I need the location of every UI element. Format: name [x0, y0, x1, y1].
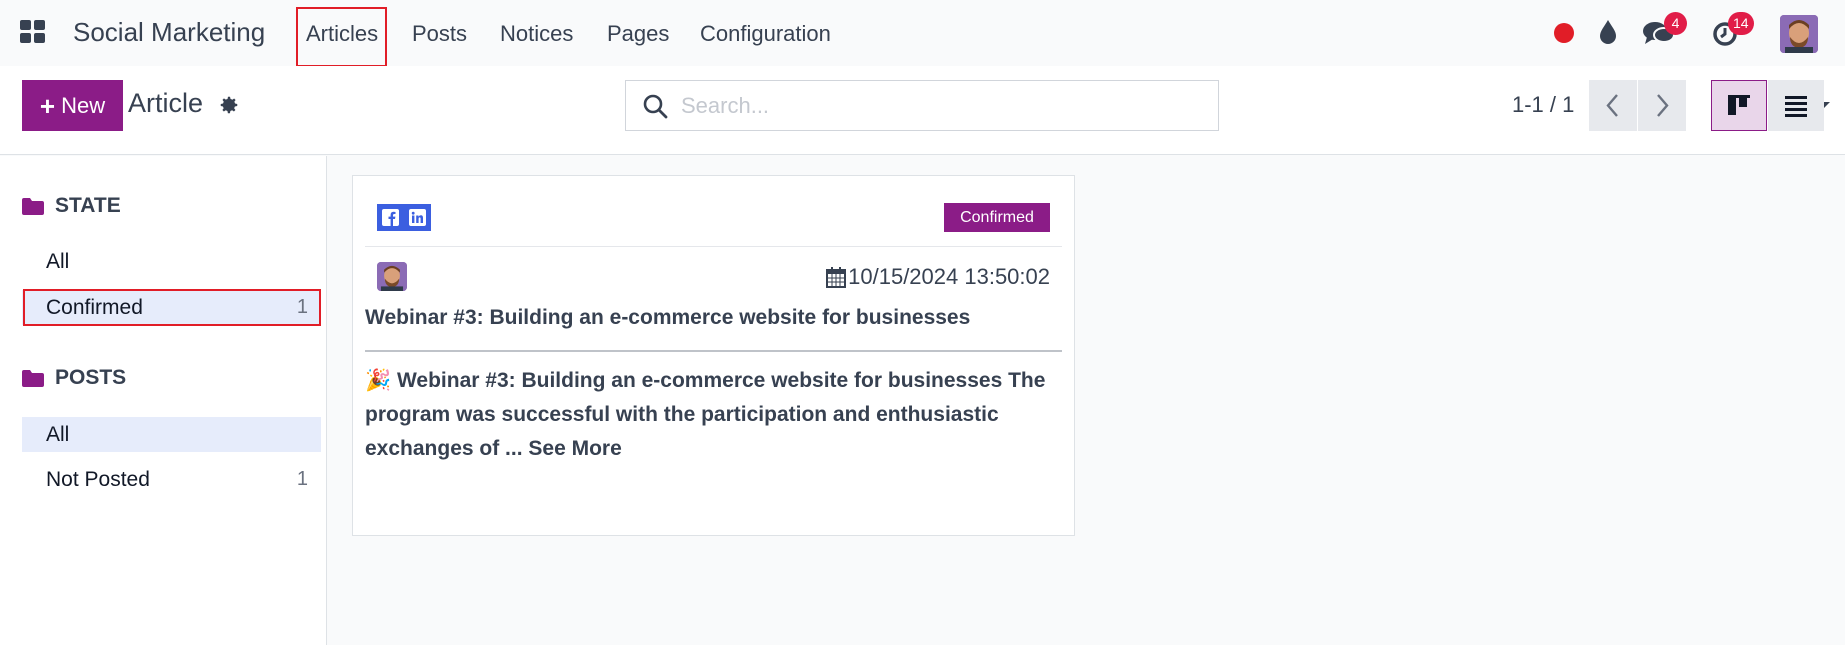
state-section-header: STATE	[22, 194, 121, 218]
linkedin-icon	[404, 204, 431, 231]
article-card[interactable]: Confirmed 10/15/2024 13:50:02 Webinar #3…	[352, 175, 1075, 536]
filter-state-all[interactable]: All	[22, 244, 321, 279]
new-button[interactable]: + New	[22, 80, 123, 131]
menu-pages[interactable]: Pages	[607, 21, 669, 47]
search-panel-sidebar: STATE All Confirmed 1 POSTS All Not Post…	[0, 156, 327, 645]
posts-section-header: POSTS	[22, 366, 126, 390]
chevron-left-icon	[1606, 94, 1618, 117]
filter-label: All	[46, 250, 70, 273]
articles-highlight-box	[296, 7, 387, 67]
article-title: Webinar #3: Building an e-commerce websi…	[365, 306, 971, 329]
folder-icon	[22, 369, 44, 387]
filter-label: Not Posted	[46, 468, 150, 491]
card-divider	[365, 246, 1062, 247]
filter-count: 1	[296, 468, 308, 490]
new-button-label: New	[61, 92, 106, 118]
status-badge: Confirmed	[944, 203, 1050, 232]
posts-section-title: POSTS	[55, 366, 127, 389]
kanban-view-icon	[1728, 95, 1750, 115]
filter-posts-not-posted[interactable]: Not Posted 1	[22, 462, 321, 497]
messages-count-badge: 4	[1664, 12, 1687, 35]
facebook-icon	[377, 204, 404, 231]
search-bar	[625, 80, 1830, 131]
list-view-icon	[1785, 96, 1807, 117]
app-name[interactable]: Social Marketing	[73, 17, 265, 48]
user-avatar[interactable]	[1780, 15, 1818, 53]
menu-configuration[interactable]: Configuration	[700, 21, 831, 47]
status-dot-icon[interactable]	[1554, 23, 1574, 43]
top-navbar: Social Marketing Articles Posts Notices …	[0, 0, 1845, 67]
state-section-title: STATE	[55, 194, 121, 217]
plus-icon: +	[39, 90, 56, 121]
apps-menu-icon[interactable]	[20, 20, 46, 44]
filter-label: All	[46, 423, 70, 446]
author-avatar	[377, 262, 407, 291]
folder-icon	[22, 197, 44, 215]
gear-icon[interactable]	[218, 94, 240, 116]
pager-next-button[interactable]	[1638, 80, 1686, 131]
pager-previous-button[interactable]	[1589, 80, 1637, 131]
filter-posts-all[interactable]: All	[22, 417, 321, 452]
menu-notices[interactable]: Notices	[500, 21, 573, 47]
control-panel: + New Article 1-1 / 1	[0, 66, 1845, 155]
card-title-divider	[365, 350, 1062, 352]
published-date-value: 10/15/2024 13:50:02	[848, 264, 1050, 289]
list-view-button[interactable]	[1768, 80, 1824, 131]
article-excerpt: 🎉 Webinar #3: Building an e-commerce web…	[365, 369, 1046, 460]
page-title: Article	[128, 88, 204, 118]
search-icon	[643, 94, 668, 119]
drop-icon[interactable]	[1598, 19, 1618, 45]
confirmed-highlight-box	[23, 289, 321, 326]
chevron-right-icon	[1657, 94, 1669, 117]
social-accounts	[377, 204, 431, 231]
kanban-view-button[interactable]	[1711, 80, 1767, 131]
pager-value[interactable]: 1-1 / 1	[1512, 92, 1574, 118]
activities-count-badge: 14	[1728, 12, 1754, 35]
published-date: 10/15/2024 13:50:02	[826, 264, 1050, 290]
calendar-icon	[826, 266, 847, 288]
search-input[interactable]	[681, 82, 1176, 129]
menu-posts[interactable]: Posts	[412, 21, 467, 47]
